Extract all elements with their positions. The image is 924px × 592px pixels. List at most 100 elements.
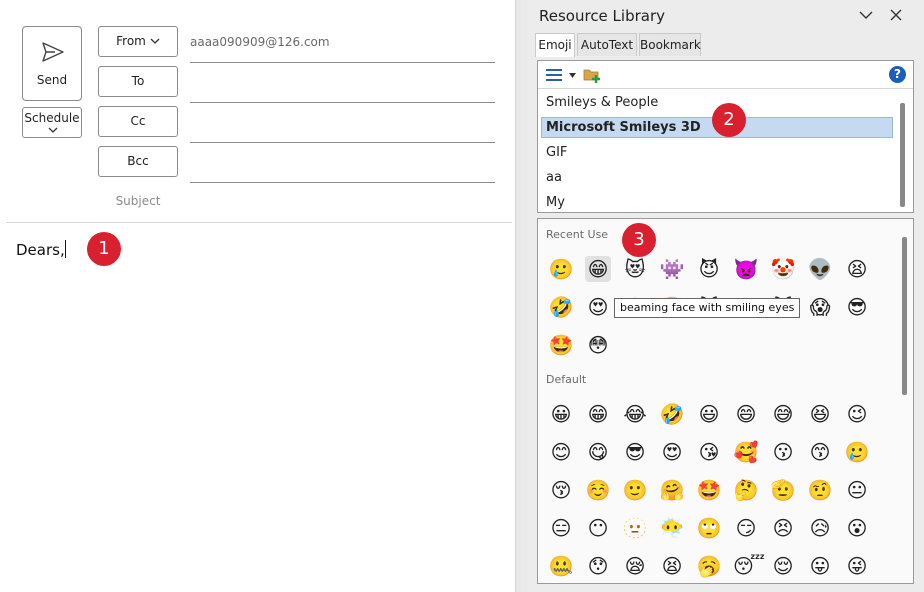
emoji-button[interactable]: 🤡	[770, 256, 796, 282]
emoji-button[interactable]: 😶‍🌫️	[659, 515, 685, 541]
message-body[interactable]: Dears,	[16, 240, 66, 259]
emoji-button[interactable]: 😫	[659, 553, 685, 579]
emoji-button[interactable]: 😜	[844, 553, 870, 579]
emoji-button[interactable]: 😂	[622, 401, 648, 427]
from-label: From	[116, 34, 146, 48]
step-marker-2: 2	[712, 103, 746, 137]
step-marker-1: 1	[87, 232, 121, 266]
emoji-button[interactable]: 🙄	[696, 515, 722, 541]
emoji-button[interactable]: 😳	[585, 332, 611, 358]
emoji-button[interactable]: 😄	[733, 401, 759, 427]
emoji-button[interactable]: 😎	[844, 294, 870, 320]
cc-field[interactable]	[190, 142, 495, 143]
emoji-button[interactable]: 😘	[696, 439, 722, 465]
default-heading: Default	[546, 373, 587, 386]
emoji-button[interactable]: 😀	[548, 401, 574, 427]
emoji-button[interactable]: 😍	[585, 294, 611, 320]
from-address: aaaa090909@126.com	[190, 35, 330, 49]
emoji-button[interactable]: 🤩	[696, 477, 722, 503]
emoji-button[interactable]: 🥲	[548, 256, 574, 282]
to-field[interactable]	[190, 102, 495, 103]
emoji-button[interactable]: 😅	[770, 401, 796, 427]
text-caret	[64, 240, 66, 258]
tab-emoji[interactable]: Emoji	[535, 33, 575, 57]
compose-pane: Send Schedule From aaaa090909@126.com To…	[0, 0, 516, 592]
help-icon[interactable]: ?	[889, 66, 906, 83]
emoji-button[interactable]: 😴	[733, 553, 765, 579]
emoji-button[interactable]: 👽	[807, 256, 833, 282]
dropdown-arrow-icon[interactable]	[569, 73, 576, 78]
from-button[interactable]: From	[98, 26, 178, 57]
emoji-button[interactable]: 😁	[585, 401, 611, 427]
emoji-button[interactable]: 😆	[807, 401, 833, 427]
header-divider	[6, 222, 512, 223]
emoji-button[interactable]: 😏	[733, 515, 759, 541]
category-item[interactable]: My	[541, 192, 893, 213]
emoji-button[interactable]: 😪	[622, 553, 648, 579]
emoji-button[interactable]: 🫡	[770, 477, 796, 503]
cc-button[interactable]: Cc	[98, 106, 178, 137]
emoji-button[interactable]: 🥱	[696, 553, 722, 579]
emoji-button[interactable]: 🤐	[548, 553, 574, 579]
emoji-button[interactable]: 🥰	[733, 439, 759, 465]
emoji-button[interactable]: 🥲	[844, 439, 870, 465]
emoji-button[interactable]: 😚	[548, 477, 574, 503]
emoji-button[interactable]: 😎	[622, 439, 648, 465]
emoji-button[interactable]: 😈	[696, 256, 722, 282]
emoji-button[interactable]: 👾	[659, 256, 685, 282]
emoji-button[interactable]: 😊	[548, 439, 574, 465]
list-view-icon[interactable]	[545, 68, 563, 82]
emoji-button[interactable]: 🤔	[733, 477, 759, 503]
category-scrollbar[interactable]	[900, 103, 905, 207]
emoji-button[interactable]: 😥	[807, 515, 833, 541]
emoji-button[interactable]: 🤣	[659, 401, 685, 427]
emoji-button[interactable]: 😗	[770, 439, 796, 465]
library-title: Resource Library	[539, 7, 666, 25]
emoji-button[interactable]: 🙂	[622, 477, 648, 503]
emoji-button[interactable]: 😣	[770, 515, 796, 541]
emoji-button[interactable]: 😯	[585, 553, 611, 579]
emoji-button[interactable]: 😫	[844, 256, 870, 282]
emoji-panel: Recent Use Default 🥲😁😻👾😈👿🤡👽😫🤣😍😁🤗🙀😵😿😱😎🤩😳 …	[537, 218, 914, 584]
send-label: Send	[36, 73, 68, 87]
emoji-scrollbar[interactable]	[902, 237, 907, 395]
emoji-button[interactable]: 😃	[696, 401, 722, 427]
emoji-button[interactable]: 🤣	[548, 294, 574, 320]
close-icon[interactable]	[890, 9, 902, 21]
emoji-button[interactable]: 😻	[622, 256, 648, 282]
add-folder-icon[interactable]	[583, 67, 601, 83]
emoji-button[interactable]: 😛	[807, 553, 833, 579]
emoji-button[interactable]: 😁	[585, 256, 611, 282]
schedule-button[interactable]: Schedule	[22, 107, 82, 138]
emoji-button[interactable]: 😌	[770, 553, 796, 579]
emoji-button[interactable]: 🤩	[548, 332, 574, 358]
from-field-line	[190, 62, 495, 63]
category-item[interactable]: GIF	[541, 142, 893, 163]
emoji-button[interactable]: 😐	[844, 477, 870, 503]
emoji-button[interactable]: 😋	[585, 439, 611, 465]
emoji-button[interactable]: ☺️	[585, 477, 611, 503]
chevron-down-icon	[150, 38, 160, 44]
category-item[interactable]: aa	[541, 167, 893, 188]
send-button[interactable]: Send	[22, 26, 82, 101]
tab-bookmark[interactable]: Bookmark	[639, 33, 701, 56]
emoji-button[interactable]: 😉	[844, 401, 870, 427]
chevron-down-icon	[48, 127, 58, 133]
to-button[interactable]: To	[98, 66, 178, 97]
bcc-button[interactable]: Bcc	[98, 146, 178, 177]
step-marker-3: 3	[622, 223, 656, 257]
emoji-button[interactable]: 😙	[807, 439, 833, 465]
emoji-button[interactable]: 😱	[807, 294, 833, 320]
emoji-button[interactable]: 🤨	[807, 477, 833, 503]
emoji-button[interactable]: 😶	[585, 515, 611, 541]
emoji-button[interactable]: 😍	[659, 439, 685, 465]
tab-autotext[interactable]: AutoText	[577, 33, 637, 56]
resource-library-pane: Resource Library Emoji AutoText Bookmark…	[527, 0, 924, 592]
bcc-field[interactable]	[190, 182, 495, 183]
emoji-button[interactable]: 👿	[733, 256, 759, 282]
emoji-button[interactable]: 😮	[844, 515, 870, 541]
emoji-button[interactable]: 🤗	[659, 477, 685, 503]
chevron-down-icon[interactable]	[859, 10, 873, 20]
emoji-button[interactable]: 😑	[548, 515, 574, 541]
emoji-button[interactable]: 🫥	[622, 515, 648, 541]
